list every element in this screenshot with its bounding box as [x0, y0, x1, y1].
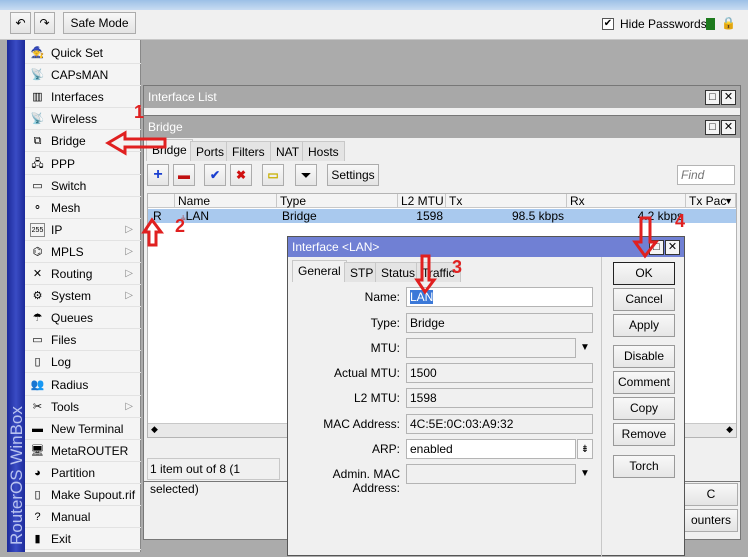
annotation-overlay	[105, 130, 660, 295]
annotation-3: 3	[452, 257, 463, 277]
arrow-down-name-icon	[414, 254, 437, 295]
arrow-up-add-icon	[141, 217, 164, 247]
annotation-2: 2	[175, 216, 186, 236]
annotation-1: 1	[134, 102, 145, 122]
arrow-to-bridge-icon	[105, 130, 167, 156]
annotation-4: 4	[675, 211, 686, 231]
arrow-down-ok-icon	[632, 216, 660, 259]
